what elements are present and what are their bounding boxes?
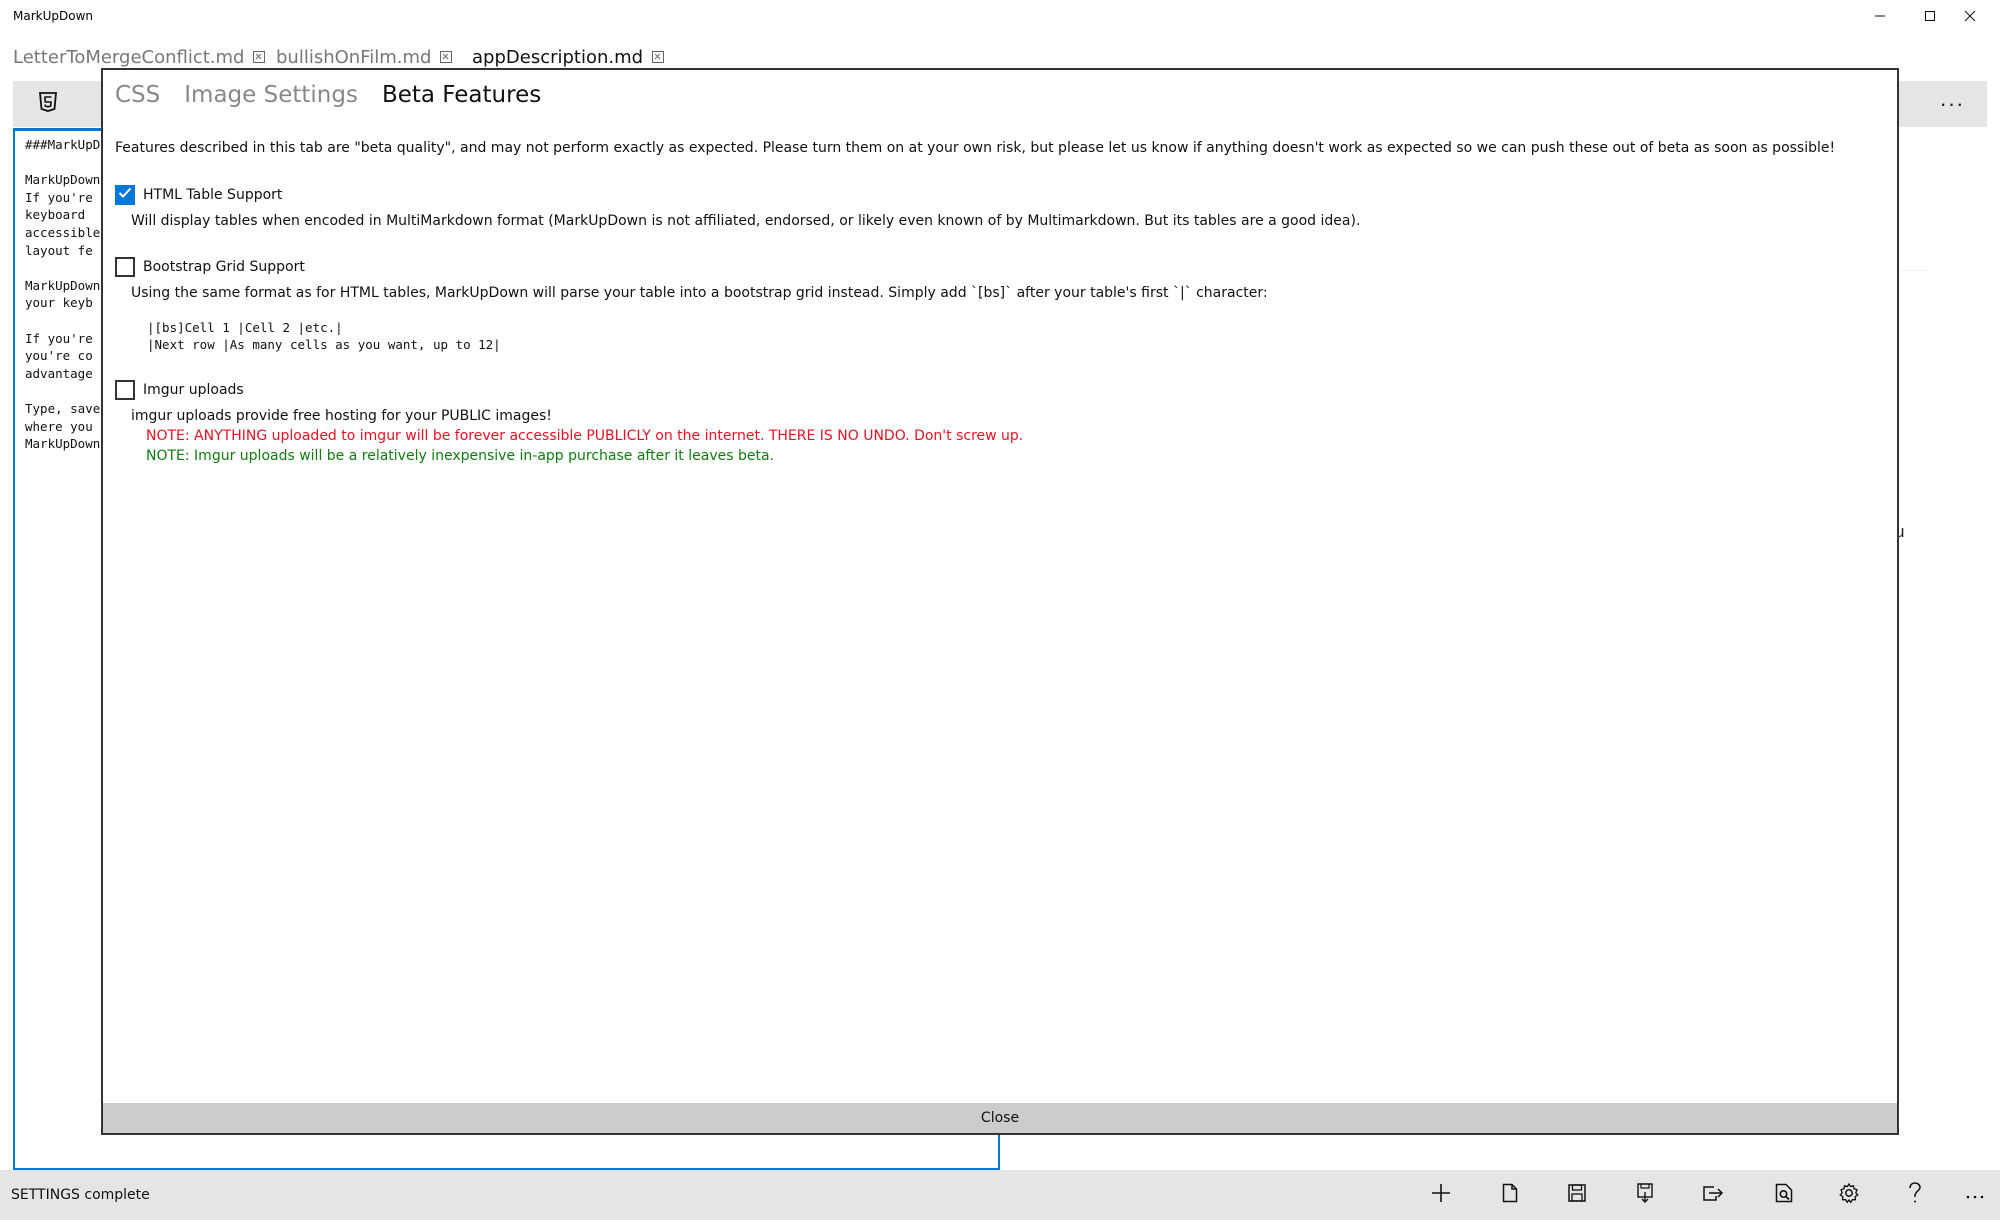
minimize-icon bbox=[1874, 10, 1886, 22]
html5-button[interactable] bbox=[13, 81, 83, 127]
help-icon bbox=[1908, 1181, 1922, 1209]
close-dialog-button[interactable]: Close bbox=[103, 1103, 1897, 1133]
settings-dialog: CSS Image Settings Beta Features Feature… bbox=[101, 68, 1899, 1135]
imgur-description: imgur uploads provide free hosting for y… bbox=[131, 408, 552, 424]
editor-line: your keyb bbox=[25, 295, 93, 311]
document-tab-label: appDescription.md bbox=[472, 46, 644, 68]
status-text: SETTINGS complete bbox=[11, 1187, 150, 1203]
html-table-label: HTML Table Support bbox=[143, 187, 283, 203]
new-file-icon bbox=[1502, 1183, 1518, 1208]
editor-line: If you're bbox=[25, 330, 93, 346]
settings-tabs: CSS Image Settings Beta Features bbox=[115, 82, 541, 118]
document-tab-label: LetterToMergeConflict.md bbox=[13, 46, 245, 68]
open-file-button[interactable] bbox=[1485, 1170, 1535, 1220]
export-button[interactable] bbox=[1688, 1170, 1738, 1220]
html5-icon bbox=[39, 91, 57, 117]
bootstrap-grid-label: Bootstrap Grid Support bbox=[143, 259, 305, 275]
tab-close-icon[interactable] bbox=[253, 51, 266, 63]
checkmark-icon bbox=[118, 186, 132, 204]
editor-line: accessible bbox=[25, 225, 101, 240]
new-document-button[interactable] bbox=[1416, 1170, 1466, 1220]
editor-line: where you bbox=[25, 418, 93, 434]
editor-line: Type, save bbox=[25, 401, 101, 416]
tab-close-icon[interactable] bbox=[440, 51, 453, 63]
save-button[interactable] bbox=[1552, 1170, 1602, 1220]
bootstrap-grid-description: Using the same format as for HTML tables… bbox=[131, 285, 1268, 301]
add-icon bbox=[1431, 1183, 1451, 1208]
imgur-checkbox[interactable] bbox=[115, 380, 135, 400]
bootstrap-grid-checkbox-row[interactable]: Bootstrap Grid Support bbox=[115, 256, 305, 278]
preview-button[interactable] bbox=[1759, 1170, 1809, 1220]
maximize-icon bbox=[1924, 10, 1936, 22]
feature-html-table: HTML Table Support bbox=[115, 184, 282, 206]
more-icon bbox=[1966, 1186, 1984, 1204]
toolbar-more-button[interactable]: ··· bbox=[1927, 81, 1977, 127]
save-as-button[interactable] bbox=[1620, 1170, 1670, 1220]
editor-line: If you're bbox=[25, 189, 93, 205]
tab-image-settings[interactable]: Image Settings bbox=[184, 82, 358, 118]
bootstrap-grid-checkbox[interactable] bbox=[115, 257, 135, 277]
more-button[interactable] bbox=[1950, 1170, 2000, 1220]
tab-beta-features[interactable]: Beta Features bbox=[382, 82, 541, 118]
feature-bootstrap-grid: Bootstrap Grid Support bbox=[115, 256, 305, 278]
settings-gear-icon bbox=[1838, 1182, 1860, 1209]
save-icon bbox=[1568, 1183, 1586, 1207]
tab-css[interactable]: CSS bbox=[115, 82, 160, 118]
feature-imgur: Imgur uploads bbox=[115, 379, 244, 401]
imgur-warning-note: NOTE: ANYTHING uploaded to imgur will be… bbox=[146, 428, 1024, 444]
editor-line: MarkUpDown bbox=[25, 172, 101, 188]
editor-line: advantage bbox=[25, 365, 93, 381]
status-bar: SETTINGS complete bbox=[0, 1170, 2000, 1220]
html-table-description: Will display tables when encoded in Mult… bbox=[131, 213, 1361, 229]
document-tab-label: bullishOnFilm.md bbox=[276, 46, 432, 68]
preview-search-icon bbox=[1775, 1183, 1793, 1208]
imgur-pricing-note: NOTE: Imgur uploads will be a relatively… bbox=[146, 448, 774, 464]
save-as-icon bbox=[1636, 1182, 1654, 1208]
beta-intro-text: Features described in this tab are "beta… bbox=[115, 140, 1836, 156]
tab-close-icon[interactable] bbox=[652, 51, 665, 63]
editor-line: MarkUpDown bbox=[25, 436, 101, 452]
editor-line: you're co bbox=[25, 348, 93, 364]
app-title: MarkUpDown bbox=[13, 9, 93, 23]
bootstrap-code-line: |[bs]Cell 1 |Cell 2 |etc.| bbox=[147, 320, 343, 335]
editor-line: MarkUpDown bbox=[25, 277, 101, 293]
export-icon bbox=[1702, 1184, 1724, 1207]
html-table-checkbox-row[interactable]: HTML Table Support bbox=[115, 184, 282, 206]
html-table-checkbox[interactable] bbox=[115, 185, 135, 205]
imgur-label: Imgur uploads bbox=[143, 382, 244, 398]
editor-line: layout fe bbox=[25, 242, 93, 258]
imgur-checkbox-row[interactable]: Imgur uploads bbox=[115, 379, 244, 401]
close-icon bbox=[1964, 10, 1976, 22]
title-bar: MarkUpDown bbox=[0, 0, 2000, 32]
bootstrap-code-line: |Next row |As many cells as you want, up… bbox=[147, 337, 501, 352]
editor-line: keyboard bbox=[25, 207, 86, 223]
close-window-button[interactable] bbox=[1940, 0, 2000, 32]
settings-button[interactable] bbox=[1824, 1170, 1874, 1220]
help-button[interactable] bbox=[1890, 1170, 1940, 1220]
